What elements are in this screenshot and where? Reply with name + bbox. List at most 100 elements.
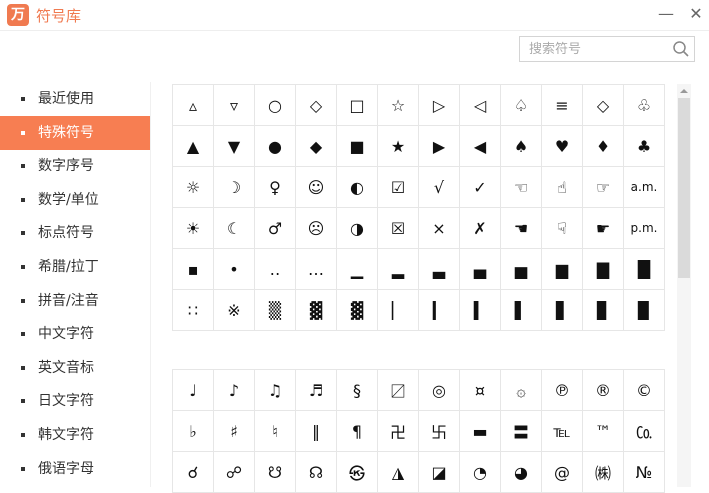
sidebar-item[interactable]: 数字序号	[0, 149, 150, 183]
symbol-cell[interactable]: ¶	[337, 411, 378, 452]
symbol-cell[interactable]: ℡	[542, 411, 583, 452]
symbol-cell[interactable]: ♩	[173, 370, 214, 411]
symbol-cell[interactable]: ♪	[214, 370, 255, 411]
sidebar-item[interactable]: 最近使用	[0, 82, 150, 116]
symbol-cell[interactable]: ▊	[583, 290, 624, 331]
symbol-cell[interactable]: ☆	[378, 85, 419, 126]
sidebar-item[interactable]: 数学/单位	[0, 183, 150, 217]
symbol-cell[interactable]: ◇	[296, 85, 337, 126]
symbol-cell[interactable]: p.m.	[624, 208, 665, 249]
symbol-cell[interactable]: ♤	[501, 85, 542, 126]
symbol-cell[interactable]: ✓	[460, 167, 501, 208]
symbol-cell[interactable]: ♭	[173, 411, 214, 452]
symbol-cell[interactable]: ☟	[542, 208, 583, 249]
search-icon[interactable]	[672, 40, 690, 58]
symbol-cell[interactable]: ≡	[542, 85, 583, 126]
sidebar-item[interactable]: 英文音标	[0, 351, 150, 385]
symbol-cell[interactable]: ™	[583, 411, 624, 452]
symbol-cell[interactable]: ‖	[296, 411, 337, 452]
symbol-cell[interactable]: ♬	[296, 370, 337, 411]
sidebar-item[interactable]: 中文字符	[0, 317, 150, 351]
symbol-cell[interactable]: ☑	[378, 167, 419, 208]
symbol-cell[interactable]: ▂	[378, 249, 419, 290]
symbol-cell[interactable]: ♂	[255, 208, 296, 249]
symbol-cell[interactable]: ♠	[501, 126, 542, 167]
symbol-cell[interactable]: 卐	[419, 411, 460, 452]
symbol-cell[interactable]: ☒	[378, 208, 419, 249]
symbol-cell[interactable]: ▅	[501, 249, 542, 290]
symbol-cell[interactable]: ▎	[419, 290, 460, 331]
symbol-cell[interactable]: ▬	[460, 411, 501, 452]
symbol-cell[interactable]: ◑	[337, 208, 378, 249]
symbol-cell[interactable]: █	[624, 249, 665, 290]
symbol-cell[interactable]: ▏	[378, 290, 419, 331]
search-input[interactable]	[520, 37, 679, 61]
symbol-cell[interactable]: ▆	[542, 249, 583, 290]
close-button[interactable]: ✕	[685, 3, 707, 25]
symbol-cell[interactable]: ◆	[296, 126, 337, 167]
symbol-cell[interactable]: ♫	[255, 370, 296, 411]
scrollbar-thumb[interactable]	[678, 98, 690, 278]
symbol-cell[interactable]: ▃	[419, 249, 460, 290]
symbol-cell[interactable]: ▌	[501, 290, 542, 331]
symbol-cell[interactable]: 〼	[378, 370, 419, 411]
symbol-cell[interactable]: ▒	[255, 290, 296, 331]
scroll-up-arrow-icon[interactable]	[677, 84, 691, 98]
symbol-cell[interactable]: ®	[583, 370, 624, 411]
symbol-cell[interactable]: ♮	[255, 411, 296, 452]
symbol-cell[interactable]: ♦	[583, 126, 624, 167]
search-box[interactable]	[519, 36, 695, 62]
sidebar-item[interactable]: 特殊符号	[0, 115, 150, 150]
symbol-cell[interactable]: ◐	[337, 167, 378, 208]
symbol-cell[interactable]: ۞	[501, 370, 542, 411]
symbol-cell[interactable]: □	[337, 85, 378, 126]
symbol-cell[interactable]: ☀	[173, 208, 214, 249]
symbol-cell[interactable]: ♀	[255, 167, 296, 208]
symbol-cell[interactable]: ☽	[214, 167, 255, 208]
symbol-cell[interactable]: ℗	[542, 370, 583, 411]
symbol-cell[interactable]: ©	[624, 370, 665, 411]
symbol-cell[interactable]: ☝	[542, 167, 583, 208]
symbol-cell[interactable]: ¤	[460, 370, 501, 411]
symbol-cell[interactable]: ■	[337, 126, 378, 167]
symbol-cell[interactable]: √	[419, 167, 460, 208]
symbol-cell[interactable]: ∷	[173, 290, 214, 331]
symbol-cell[interactable]: ▷	[419, 85, 460, 126]
sidebar-item[interactable]: 希腊/拉丁	[0, 250, 150, 284]
symbol-cell[interactable]: ●	[255, 126, 296, 167]
symbol-cell[interactable]: ☹	[296, 208, 337, 249]
minimize-button[interactable]: —	[655, 3, 677, 25]
symbol-cell[interactable]: ♥	[542, 126, 583, 167]
symbol-cell[interactable]: ☺	[296, 167, 337, 208]
symbol-cell[interactable]: …	[296, 249, 337, 290]
symbol-cell[interactable]: ☞	[583, 167, 624, 208]
symbol-cell[interactable]: ▪	[173, 249, 214, 290]
symbol-cell[interactable]: ▍	[460, 290, 501, 331]
symbol-cell[interactable]: ◎	[419, 370, 460, 411]
symbol-cell[interactable]: ▄	[460, 249, 501, 290]
symbol-cell[interactable]: ▓	[337, 290, 378, 331]
symbol-cell[interactable]: ▶	[419, 126, 460, 167]
symbol-cell[interactable]: §	[337, 370, 378, 411]
symbol-cell[interactable]: •	[214, 249, 255, 290]
symbol-cell[interactable]: ▉	[624, 290, 665, 331]
sidebar-item[interactable]: 俄语字母	[0, 452, 150, 486]
symbol-cell[interactable]: ☼	[173, 167, 214, 208]
sidebar-item[interactable]: 拼音/注音	[0, 284, 150, 318]
symbol-cell[interactable]: ☾	[214, 208, 255, 249]
symbol-cell[interactable]: ★	[378, 126, 419, 167]
symbol-cell[interactable]: ◀	[460, 126, 501, 167]
symbol-cell[interactable]: ☚	[501, 208, 542, 249]
symbol-cell[interactable]: ‥	[255, 249, 296, 290]
symbol-cell[interactable]: a.m.	[624, 167, 665, 208]
symbol-cell[interactable]: ㏇	[624, 411, 665, 452]
symbol-cell[interactable]: ◁	[460, 85, 501, 126]
symbol-cell[interactable]: ▁	[337, 249, 378, 290]
symbol-cell[interactable]: 卍	[378, 411, 419, 452]
symbol-cell[interactable]: ♧	[624, 85, 665, 126]
symbol-cell[interactable]: ▓	[296, 290, 337, 331]
symbol-cell[interactable]: ♯	[214, 411, 255, 452]
sidebar-item[interactable]: 韩文字符	[0, 418, 150, 452]
sidebar-item[interactable]: 日文字符	[0, 384, 150, 418]
symbol-cell[interactable]: ♣	[624, 126, 665, 167]
